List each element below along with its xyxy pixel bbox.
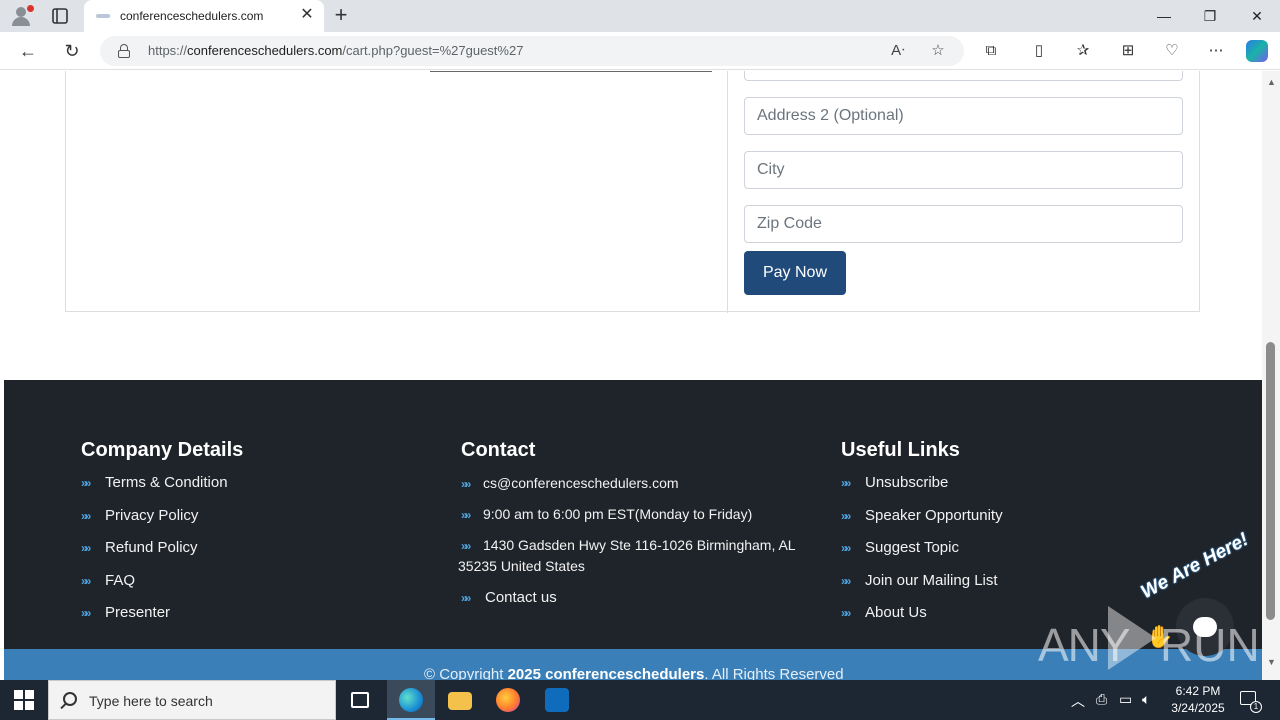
contact-email[interactable]: »» cs@conferenceschedulers.com (461, 475, 679, 491)
useful-links-heading: Useful Links (841, 439, 960, 461)
read-aloud-icon[interactable]: Aᐧ (888, 41, 908, 61)
refresh-icon[interactable]: ↻ (61, 40, 83, 62)
page-scrollbar[interactable]: ▲ ▼ (1262, 71, 1280, 680)
copilot-icon[interactable] (1246, 40, 1268, 62)
contact-heading: Contact (461, 439, 536, 461)
footer-link-about[interactable]: »» About Us (841, 604, 927, 621)
minimize-icon[interactable]: — (1152, 4, 1176, 28)
footer-link-privacy[interactable]: »» Privacy Policy (81, 507, 198, 524)
double-chevron-icon: »» (841, 541, 851, 555)
double-chevron-icon: »» (81, 574, 91, 588)
taskbar-search-placeholder: Type here to search (89, 693, 213, 709)
restore-icon[interactable]: ❐ (1198, 4, 1222, 28)
windows-taskbar: Type here to search ︿ ⎙ ▭ 🔈︎ 6:42 PM 3/2… (0, 680, 1280, 720)
contact-address-line2: 35235 United States (458, 558, 585, 574)
clock-date: 3/24/2025 (1171, 701, 1225, 715)
double-chevron-icon: »» (841, 509, 851, 523)
zip-code-field[interactable] (744, 205, 1183, 243)
file-explorer-icon[interactable] (436, 680, 484, 720)
notification-center-icon[interactable]: 1 (1238, 689, 1262, 713)
favorites-icon[interactable]: ✰ (1073, 41, 1093, 61)
double-chevron-icon: »» (81, 509, 91, 523)
tab-actions-icon[interactable] (50, 6, 70, 26)
taskbar-clock[interactable]: 6:42 PM 3/24/2025 (1160, 683, 1236, 717)
back-icon[interactable]: ← (17, 40, 39, 62)
footer-link-refund[interactable]: »» Refund Policy (81, 539, 198, 556)
collections-icon[interactable]: ⊞ (1118, 41, 1138, 61)
new-tab-button[interactable]: + (330, 4, 352, 27)
address-bar[interactable]: https://conferenceschedulers.com/cart.ph… (100, 36, 964, 66)
copyright-text: © Copyright 2025 conferenceschedulers. A… (424, 666, 844, 680)
double-chevron-icon: »» (841, 476, 851, 490)
contact-hours: »» 9:00 am to 6:00 pm EST(Monday to Frida… (461, 506, 753, 522)
double-chevron-icon: »» (81, 541, 91, 555)
cart-column-divider (727, 71, 728, 313)
profile-icon[interactable] (10, 5, 34, 27)
search-icon (63, 692, 77, 706)
browser-tabstrip: conferenceschedulers.com ✕ + — ❐ ✕ (0, 0, 1280, 32)
footer-link-presenter[interactable]: »» Presenter (81, 604, 170, 621)
tab-title: conferenceschedulers.com (120, 9, 264, 23)
double-chevron-icon: »» (841, 606, 851, 620)
address2-field[interactable] (744, 97, 1183, 135)
footer-link-suggest-topic[interactable]: »» Suggest Topic (841, 539, 959, 556)
contact-address: »» 1430 Gadsden Hwy Ste 116-1026 Birmingh… (461, 537, 796, 553)
footer-link-terms[interactable]: »» Terms & Condition (81, 474, 228, 491)
double-chevron-icon: »» (461, 539, 471, 553)
split-screen-icon[interactable]: ▯ (1029, 41, 1049, 61)
outlook-icon[interactable] (533, 680, 581, 720)
browser-essentials-icon[interactable]: ♡ (1162, 41, 1182, 61)
browser-toolbar: ← ↻ https://conferenceschedulers.com/car… (0, 32, 1280, 70)
lock-icon[interactable] (118, 44, 130, 58)
double-chevron-icon: »» (461, 591, 471, 605)
tray-chevron-up-icon[interactable]: ︿ (1071, 691, 1085, 711)
extensions-icon[interactable]: ⧉ (981, 41, 1001, 61)
double-chevron-icon: »» (461, 477, 471, 491)
more-menu-icon[interactable]: ⋯ (1206, 41, 1226, 61)
volume-icon[interactable]: 🔈︎ (1142, 691, 1150, 708)
double-chevron-icon: »» (81, 606, 91, 620)
task-view-icon[interactable] (336, 680, 384, 720)
footer-link-mailing-list[interactable]: »» Join our Mailing List (841, 572, 998, 589)
close-tab-icon[interactable]: ✕ (299, 7, 315, 23)
url-text[interactable]: https://conferenceschedulers.com/cart.ph… (148, 43, 523, 58)
edge-taskbar-icon[interactable] (387, 680, 435, 720)
footer-link-unsubscribe[interactable]: »» Unsubscribe (841, 474, 948, 491)
firefox-icon[interactable] (484, 680, 532, 720)
tray-device-icon[interactable]: ⎙ (1096, 691, 1107, 708)
page-viewport: Pay Now Company Details »»Terms & Condit… (0, 71, 1262, 680)
close-window-icon[interactable]: ✕ (1245, 4, 1269, 28)
scrollbar-thumb[interactable] (1266, 342, 1275, 620)
clock-time: 6:42 PM (1175, 684, 1221, 698)
footer-link-speaker[interactable]: »» Speaker Opportunity (841, 507, 1003, 524)
double-chevron-icon: »» (841, 574, 851, 588)
footer-link-faq[interactable]: »» FAQ (81, 572, 135, 589)
taskbar-search-box[interactable]: Type here to search (48, 680, 336, 720)
double-chevron-icon: »» (461, 508, 471, 522)
contact-us-link[interactable]: »» Contact us (461, 589, 557, 606)
network-icon[interactable]: ▭ (1119, 691, 1132, 708)
summary-divider (430, 71, 712, 72)
pay-now-button[interactable]: Pay Now (744, 251, 846, 295)
scroll-up-icon[interactable]: ▲ (1267, 77, 1276, 87)
windows-start-icon[interactable] (14, 690, 34, 710)
company-details-heading: Company Details (81, 439, 244, 461)
play-logo-icon (1108, 606, 1156, 670)
address1-field[interactable] (744, 71, 1183, 81)
city-field[interactable] (744, 151, 1183, 189)
site-favicon-icon (96, 14, 110, 18)
browser-tab[interactable]: conferenceschedulers.com ✕ (84, 0, 324, 32)
favorite-star-icon[interactable]: ☆ (928, 41, 948, 61)
anyrun-watermark: ANY RUN (1038, 606, 1260, 671)
notification-count: 1 (1250, 701, 1262, 713)
double-chevron-icon: »» (81, 476, 91, 490)
scroll-down-icon[interactable]: ▼ (1267, 657, 1276, 667)
